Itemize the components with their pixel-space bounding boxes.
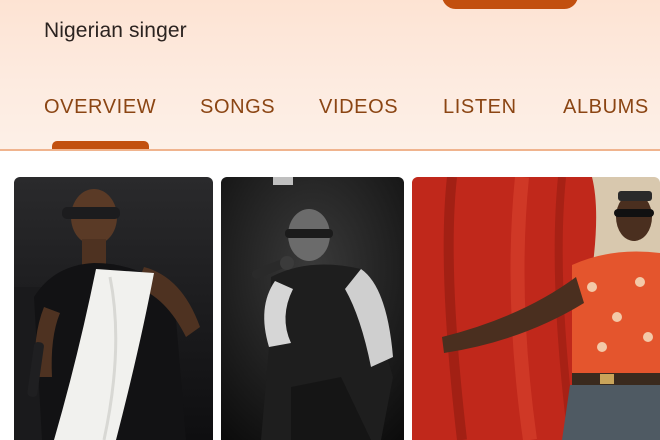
tab-listen[interactable]: LISTEN	[443, 96, 517, 119]
photo-thumbnail-1[interactable]	[14, 177, 213, 440]
header-divider	[0, 149, 660, 151]
tab-overview[interactable]: OVERVIEW	[44, 96, 156, 119]
photo-2-image	[221, 177, 404, 440]
photo-thumbnail-3[interactable]	[412, 177, 660, 440]
tab-videos[interactable]: VIDEOS	[319, 96, 398, 119]
photo-1-image	[14, 177, 213, 440]
photo-thumbnail-2[interactable]	[221, 177, 404, 440]
tab-bar: OVERVIEW SONGS VIDEOS LISTEN ALBUMS	[0, 88, 660, 150]
knowledge-panel-header: Nigerian singer OVERVIEW SONGS VIDEOS LI…	[0, 0, 660, 150]
entity-subtitle: Nigerian singer	[44, 19, 187, 42]
tab-albums[interactable]: ALBUMS	[563, 96, 649, 119]
top-action-button[interactable]	[442, 0, 578, 9]
tab-songs[interactable]: SONGS	[200, 96, 275, 119]
photo-3-image	[412, 177, 660, 440]
active-tab-indicator	[52, 141, 149, 149]
